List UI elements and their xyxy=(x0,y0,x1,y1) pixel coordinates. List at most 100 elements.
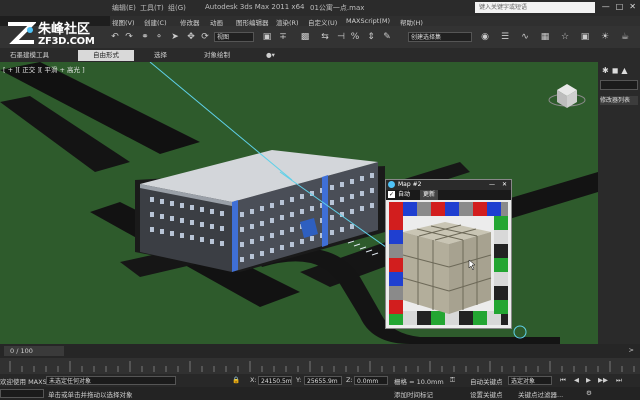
minimize-icon[interactable]: — xyxy=(602,2,610,11)
menu-maxscript[interactable]: MAXScript(M) xyxy=(346,17,390,25)
map-window-close-icon[interactable]: ✕ xyxy=(502,180,507,190)
logo-mark-icon xyxy=(8,22,36,44)
time-slider-next-icon[interactable]: > xyxy=(629,346,634,354)
update-button[interactable]: 更新 xyxy=(420,190,439,200)
texture-tile xyxy=(473,311,487,325)
track-bar[interactable] xyxy=(0,358,640,374)
menu-edit[interactable]: 编辑(E) xyxy=(112,3,136,13)
add-time-tag-button[interactable]: 添加时间标记 xyxy=(394,389,433,399)
map-window-app-icon xyxy=(388,181,395,188)
selection-info: 未选定任何对象 xyxy=(46,376,176,385)
light-gizmo[interactable] xyxy=(513,325,527,339)
edit-named-selection-icon[interactable]: ✎ xyxy=(382,32,392,42)
schematic-icon[interactable]: ▦ xyxy=(540,32,550,42)
maxscript-mini-listener[interactable] xyxy=(0,389,44,398)
auto-checkbox-label: 自动 xyxy=(398,191,411,198)
goto-end-icon[interactable]: ⏭ xyxy=(616,376,622,385)
snap-icon[interactable]: ∓ xyxy=(278,32,288,42)
texture-tile xyxy=(403,202,417,216)
hierarchy-tab-icon[interactable]: ▲ xyxy=(621,66,627,76)
reference-coordinate-dropdown[interactable]: 视图 xyxy=(214,32,254,42)
spinner-snap-icon[interactable]: ⇕ xyxy=(366,32,376,42)
texture-tile xyxy=(494,258,508,272)
create-tab-icon[interactable]: ✱ xyxy=(602,66,609,76)
map-window-titlebar[interactable]: Map #2 — ✕ xyxy=(386,180,511,190)
map-preview-image xyxy=(389,202,508,325)
render-setup-icon[interactable]: ▩ xyxy=(300,32,310,42)
set-key-label[interactable]: 设置关键点 xyxy=(470,389,503,399)
render-frame-icon[interactable]: ▣ xyxy=(580,32,590,42)
prompt-bar: 单击或单击并拖动以选择对象 添加时间标记 设置关键点 关键点过滤器... ⚙ xyxy=(0,387,640,400)
teapot-icon[interactable]: ☕ xyxy=(620,32,630,42)
tab-selection[interactable]: 选择 xyxy=(150,50,171,61)
x-coordinate-field[interactable]: 24150.5m xyxy=(258,376,292,385)
app-title: Autodesk 3ds Max 2011 x64 xyxy=(205,3,305,11)
menu-tools[interactable]: 工具(T) xyxy=(140,3,164,13)
layer-icon[interactable]: ☰ xyxy=(500,32,510,42)
unlink-icon[interactable]: ⚬ xyxy=(154,32,164,42)
move-icon[interactable]: ✥ xyxy=(186,32,196,42)
prompt-hint: 单击或单击并拖动以选择对象 xyxy=(48,391,133,399)
time-config-icon[interactable]: ⚙ xyxy=(586,389,592,397)
z-coordinate-field[interactable]: 0.0mm xyxy=(354,376,388,385)
quick-render-icon[interactable]: ☀ xyxy=(600,32,610,42)
maxscript-listener-label[interactable]: 欢迎使用 MAXSc xyxy=(0,376,50,386)
pivot-icon[interactable]: ▣ xyxy=(262,32,272,42)
prev-frame-icon[interactable]: ◀ xyxy=(574,376,579,384)
curve-editor-icon[interactable]: ∿ xyxy=(520,32,530,42)
tab-object-paint[interactable]: 对象绘制 xyxy=(200,50,234,61)
lock-selection-icon[interactable]: 🔒 xyxy=(232,376,240,384)
grid-size-label: 栅格 = 10.0mm xyxy=(394,378,444,386)
modifier-list-dropdown[interactable]: 修改器列表 xyxy=(600,96,638,105)
align-icon[interactable]: ⊣ xyxy=(336,32,346,42)
map-preview-window[interactable]: Map #2 — ✕ ✓ 自动 更新 xyxy=(385,179,512,329)
key-filters-button[interactable]: 关键点过滤器... xyxy=(518,389,563,399)
close-icon[interactable]: ✕ xyxy=(629,2,636,11)
object-name-field[interactable] xyxy=(600,80,638,90)
texture-tile xyxy=(494,286,508,300)
menu-group[interactable]: 组(G) xyxy=(168,3,186,13)
logo-brand-chinese: 朱峰社区 xyxy=(38,22,91,37)
texture-tile xyxy=(459,202,473,216)
redo-icon[interactable]: ↷ xyxy=(124,32,134,42)
frame-counter: 0 / 100 xyxy=(10,347,33,355)
texture-tile xyxy=(459,311,473,325)
help-search-input[interactable]: 键入关键字或短语 xyxy=(475,2,595,13)
material-editor-icon[interactable]: ◉ xyxy=(480,32,490,42)
viewport-label[interactable]: [ + ][ 正交 ][ 平滑 + 高光 ] xyxy=(3,64,85,74)
texture-tile xyxy=(494,272,508,286)
texture-tile xyxy=(494,244,508,258)
modify-tab-icon[interactable]: ◼ xyxy=(612,66,619,76)
texture-tile xyxy=(501,202,508,216)
rotate-icon[interactable]: ⟳ xyxy=(200,32,210,42)
select-icon[interactable]: ➤ xyxy=(170,32,180,42)
map-window-title: Map #2 xyxy=(398,181,422,188)
selected-dropdown[interactable]: 选定对象 xyxy=(508,376,552,385)
next-frame-icon[interactable]: ▶▶ xyxy=(598,376,608,384)
percent-snap-icon[interactable]: % xyxy=(350,32,360,42)
texture-tile xyxy=(431,202,445,216)
auto-key-label[interactable]: 自动关键点 xyxy=(470,376,503,386)
y-coordinate-field[interactable]: 25655.9m xyxy=(304,376,342,385)
mirror-icon[interactable]: ⇆ xyxy=(320,32,330,42)
maximize-icon[interactable]: □ xyxy=(616,2,624,11)
named-selection-dropdown[interactable]: 创建选择集 xyxy=(408,32,472,42)
undo-icon[interactable]: ↶ xyxy=(110,32,120,42)
render-icon[interactable]: ☆ xyxy=(560,32,570,42)
key-icon[interactable]: ⚿ xyxy=(450,376,455,385)
texture-tile xyxy=(494,300,508,314)
ribbon-options-icon[interactable]: ●▾ xyxy=(262,50,279,61)
map-window-minimize-icon[interactable]: — xyxy=(489,180,495,190)
time-slider[interactable]: 0 / 100 > xyxy=(0,344,640,358)
goto-start-icon[interactable]: ⏮ xyxy=(560,376,566,385)
tab-freeform[interactable]: 自由形式 xyxy=(78,50,134,61)
time-slider-thumb[interactable]: 0 / 100 xyxy=(4,346,64,356)
link-icon[interactable]: ⚭ xyxy=(140,32,150,42)
play-icon[interactable]: ▶ xyxy=(586,376,591,384)
texture-tile xyxy=(389,244,403,258)
file-title: 01公寓一点.max xyxy=(310,4,365,12)
auto-checkbox[interactable]: ✓ xyxy=(388,191,395,198)
tab-graphite-modeling[interactable]: 石墨建模工具 xyxy=(6,50,53,61)
texture-tile xyxy=(389,272,403,286)
viewcube-icon[interactable] xyxy=(548,84,586,108)
